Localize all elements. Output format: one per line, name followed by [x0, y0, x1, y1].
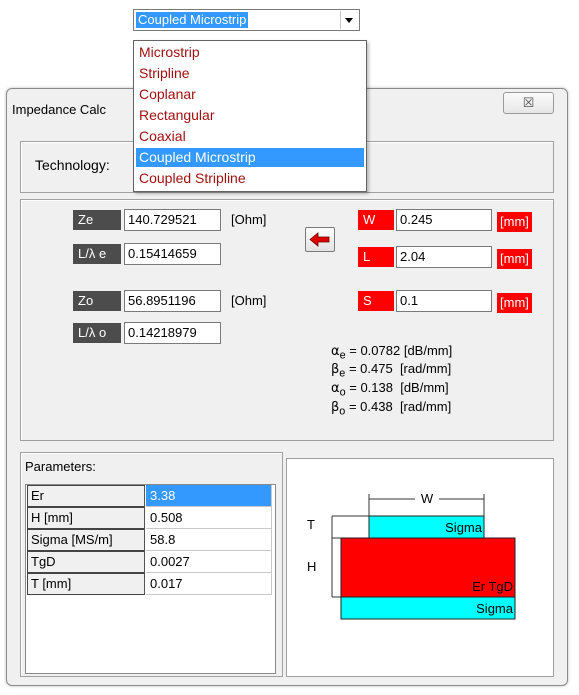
beta-e-result: βe = 0.475 [rad/mm]: [331, 361, 452, 380]
param-value-cell[interactable]: 58.8: [146, 529, 272, 551]
table-row[interactable]: TgD 0.0027: [27, 551, 276, 573]
w-unit: [mm]: [497, 212, 532, 232]
dropdown-item-coupled-stripline[interactable]: Coupled Stripline: [136, 169, 364, 188]
technology-select-value: Coupled Microstrip: [136, 12, 249, 28]
close-button[interactable]: ☒: [503, 92, 554, 114]
t-dimension-label: T: [307, 517, 315, 532]
l-lambda-o-label: L/λ o: [73, 323, 121, 343]
window-title: Impedance Calc: [12, 102, 106, 117]
zo-unit: [Ohm]: [231, 293, 267, 308]
s-unit: [mm]: [497, 293, 532, 313]
ze-unit: [Ohm]: [231, 212, 267, 227]
ze-label: Ze: [73, 210, 121, 230]
table-row[interactable]: Er 3.38: [27, 485, 276, 507]
param-name: TgD: [27, 551, 145, 573]
table-row[interactable]: T [mm] 0.017: [27, 573, 276, 595]
cross-section-diagram: W T H Sigma Er TgD Sigma: [286, 458, 554, 677]
param-name: Sigma [MS/m]: [27, 529, 145, 551]
top-conductor-label: Sigma: [445, 520, 483, 535]
synthesize-button[interactable]: [305, 227, 335, 252]
technology-dropdown-list[interactable]: Microstrip Stripline Coplanar Rectangula…: [133, 40, 367, 192]
dropdown-item-rectangular[interactable]: Rectangular: [136, 106, 364, 125]
param-name: H [mm]: [27, 507, 145, 529]
alpha-o-result: αo = 0.138 [dB/mm]: [331, 380, 449, 399]
l-lambda-e-input[interactable]: 0.15414659: [124, 243, 221, 265]
beta-o-result: βo = 0.438 [rad/mm]: [331, 399, 452, 418]
parameters-label: Parameters:: [25, 459, 96, 474]
param-value-cell[interactable]: 0.508: [146, 507, 272, 529]
close-icon: ☒: [522, 95, 535, 110]
w-label: W: [358, 210, 394, 230]
cross-section-drawing: W T H Sigma Er TgD Sigma: [307, 491, 516, 620]
l-input[interactable]: 2.04: [396, 246, 492, 268]
w-input[interactable]: 0.245: [396, 209, 492, 231]
zo-input[interactable]: 56.8951196: [124, 290, 221, 312]
table-row[interactable]: H [mm] 0.508: [27, 507, 276, 529]
technology-label: Technology:: [35, 157, 110, 173]
l-unit: [mm]: [497, 249, 532, 269]
zo-label: Zo: [73, 291, 121, 311]
line-parameters-panel: [20, 199, 554, 441]
param-name: T [mm]: [27, 573, 145, 595]
ground-label: Sigma: [476, 601, 514, 616]
dropdown-item-coupled-microstrip[interactable]: Coupled Microstrip: [136, 148, 364, 167]
dropdown-item-coaxial[interactable]: Coaxial: [136, 127, 364, 146]
h-dimension-label: H: [307, 559, 316, 574]
table-row[interactable]: Sigma [MS/m] 58.8: [27, 529, 276, 551]
param-name: Er: [27, 485, 145, 507]
l-label: L: [358, 247, 394, 267]
param-value-cell[interactable]: 0.0027: [146, 551, 272, 573]
s-input[interactable]: 0.1: [396, 290, 492, 312]
technology-select[interactable]: Coupled Microstrip: [133, 9, 360, 31]
arrow-left-icon: [309, 232, 330, 247]
w-dimension-label: W: [421, 491, 434, 506]
dropdown-item-stripline[interactable]: Stripline: [136, 64, 364, 83]
dropdown-item-coplanar[interactable]: Coplanar: [136, 85, 364, 104]
chevron-down-icon[interactable]: [340, 11, 358, 29]
ze-input[interactable]: 140.729521: [124, 209, 221, 231]
l-lambda-o-input[interactable]: 0.14218979: [124, 322, 221, 344]
s-label: S: [358, 291, 394, 311]
param-value-cell[interactable]: 3.38: [146, 485, 272, 507]
l-lambda-e-label: L/λ e: [73, 244, 121, 264]
dropdown-item-microstrip[interactable]: Microstrip: [136, 43, 364, 62]
substrate-label: Er TgD: [472, 579, 513, 594]
param-value-cell[interactable]: 0.017: [146, 573, 272, 595]
